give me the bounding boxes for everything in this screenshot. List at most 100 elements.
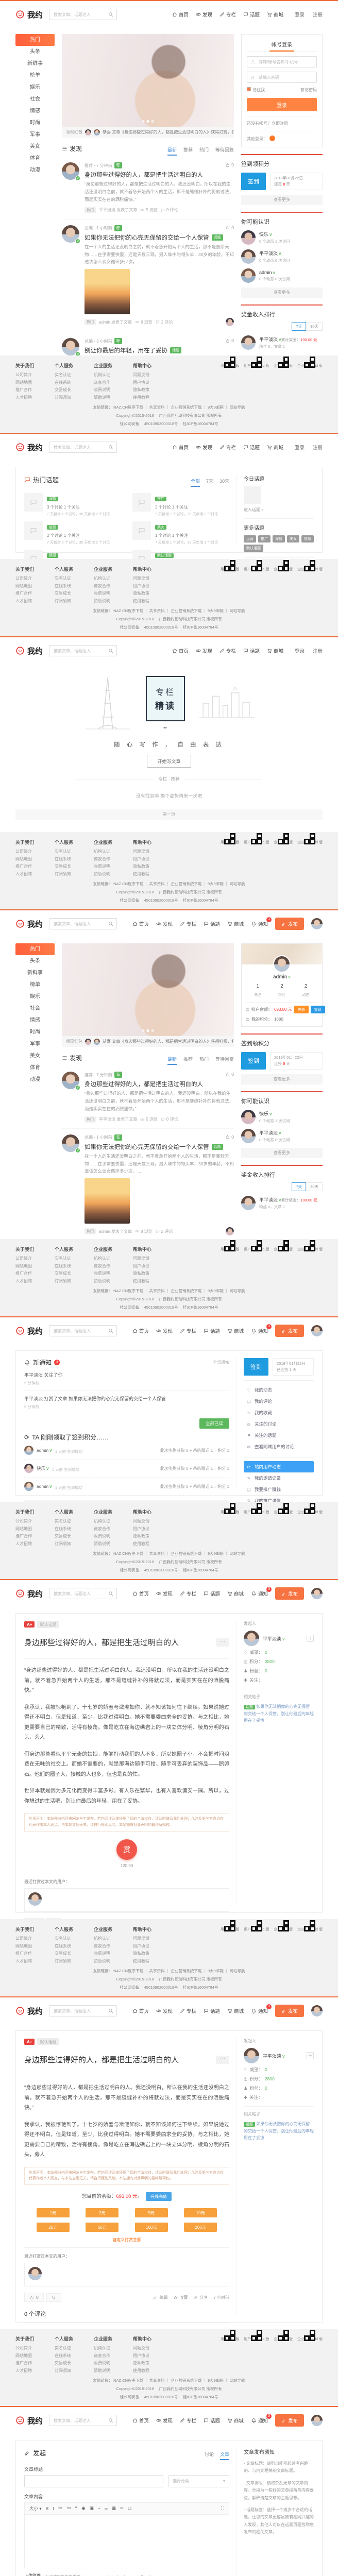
toolbar-button-2[interactable]: ≔	[58, 2505, 63, 2511]
toolbar-button-10[interactable]: ✂	[120, 2505, 124, 2511]
nav-item-商城[interactable]: 商城	[227, 1327, 244, 1334]
footer-link[interactable]: 交易成长	[55, 863, 94, 869]
brand-logo[interactable]: 我约	[15, 1588, 43, 1599]
register-link[interactable]: 注册	[313, 444, 323, 451]
topics-tab-全部[interactable]: 全部	[191, 478, 200, 487]
footer-link[interactable]: 公司简介	[15, 1936, 55, 1941]
search-input[interactable]	[53, 2418, 104, 2424]
footer-link[interactable]: 交易成长	[55, 1270, 94, 1276]
footer-link[interactable]: 推广合作	[15, 590, 55, 596]
footer-link[interactable]: 订阅须知	[55, 1541, 94, 1547]
footer-link[interactable]: 订阅须知	[55, 1958, 94, 1964]
recharge-button[interactable]: 充值	[294, 1006, 309, 1013]
search-input[interactable]	[53, 921, 104, 927]
nav-item-发现[interactable]: 发现	[156, 1327, 173, 1334]
footer-link[interactable]: 用户协议	[133, 2353, 172, 2359]
footer-link[interactable]: 使用教程	[133, 395, 172, 400]
nav-item-话题[interactable]: 话题	[204, 2007, 220, 2014]
sidebar-item-军事[interactable]: 军事	[15, 1038, 55, 1050]
footer-link[interactable]: 机构认证	[94, 2345, 133, 2351]
nav-item-商城[interactable]: 商城	[267, 647, 283, 654]
publish-button[interactable]: 发布	[275, 2414, 304, 2427]
footer-link[interactable]: 问题反馈	[133, 372, 172, 378]
nav-item-话题[interactable]: 话题	[204, 920, 220, 927]
topic-chip-深情[interactable]: 深情	[273, 535, 285, 543]
sidebar-item-新鲜事[interactable]: 新鲜事	[15, 58, 55, 70]
sidebar-item-时尚[interactable]: 时尚	[15, 1026, 55, 1038]
read-all-button[interactable]: 全部已读	[199, 1418, 229, 1429]
sidebar-item-头条[interactable]: 头条	[15, 955, 55, 967]
footer-link[interactable]: 问题反馈	[133, 1518, 172, 1524]
sidebar-item-热门[interactable]: 热门	[15, 34, 55, 46]
footer-link[interactable]: 在线系统	[55, 2353, 94, 2359]
footer-link[interactable]: 交易成长	[55, 1533, 94, 1539]
stat-动态[interactable]: 2动态	[294, 984, 318, 998]
footer-link[interactable]: 隐私政策	[133, 1533, 172, 1539]
publish-tab-讨论[interactable]: 讨论	[205, 2451, 214, 2460]
sidebar-item-热门[interactable]: 热门	[15, 943, 55, 955]
nav-item-notice[interactable]: 通知3	[251, 920, 268, 927]
may-know-user[interactable]: 平平淡淡V0 个动态 0 次访问	[241, 249, 323, 264]
footer-link[interactable]: 推广合作	[15, 2360, 55, 2366]
carousel-image[interactable]	[62, 943, 234, 1036]
publish-button[interactable]: 发布	[275, 1587, 304, 1600]
search-input[interactable]	[53, 2008, 104, 2014]
sidebar-item-动漫[interactable]: 动漫	[15, 1074, 55, 1086]
article-title-input[interactable]	[24, 2475, 163, 2487]
brand-logo[interactable]: 我约	[15, 646, 43, 656]
rank-tab-7天[interactable]: 7天	[292, 322, 306, 331]
carousel-image[interactable]	[62, 34, 234, 127]
post-title[interactable]: 如果你无法把你的心完无保留的交给一个人保管话题	[84, 233, 234, 242]
footer-link[interactable]: 在线系统	[55, 583, 94, 589]
menu-item-我的动态[interactable]: ♡我的动态	[244, 1384, 314, 1396]
menu-item-我的评论[interactable]: ❏我的评论	[244, 1396, 314, 1407]
footer-link[interactable]: 用户协议	[133, 1943, 172, 1949]
nav-item-发现[interactable]: 发现	[196, 444, 212, 451]
feed-tab-等待回复[interactable]: 等待回复	[215, 1056, 234, 1065]
brand-logo[interactable]: 我约	[15, 9, 43, 20]
nav-item-商城[interactable]: 商城	[227, 920, 244, 927]
footer-link[interactable]: 使用教程	[133, 598, 172, 604]
footer-link[interactable]: 问题反馈	[133, 2345, 172, 2351]
menu-item-我要推广赚钱[interactable]: ❏我要推广赚钱	[244, 1484, 314, 1495]
signin-button[interactable]: 签到	[241, 173, 266, 190]
footer-link[interactable]: 用户协议	[133, 1526, 172, 1532]
sidebar-item-社会[interactable]: 社会	[15, 93, 55, 105]
footer-link[interactable]: 商家合作	[94, 2353, 133, 2359]
nav-item-话题[interactable]: 话题	[204, 2417, 220, 2424]
sidebar-item-情感[interactable]: 情感	[15, 105, 55, 117]
sidebar-item-美女[interactable]: 美女	[15, 141, 55, 152]
footer-link[interactable]: 收费说明	[94, 863, 133, 869]
nav-item-话题[interactable]: 话题	[243, 11, 260, 18]
nav-item-发现[interactable]: 发现	[156, 920, 173, 927]
footer-link[interactable]: 使用教程	[133, 871, 172, 877]
toolbar-button-0[interactable]: B	[46, 2506, 49, 2511]
custom-amount-link[interactable]: 自定义打赏金额	[24, 2237, 229, 2243]
amount-button-50元[interactable]: 50元	[86, 2223, 119, 2232]
footer-link[interactable]: 机构认证	[94, 372, 133, 378]
login-link[interactable]: 登录	[295, 647, 305, 654]
topic-item[interactable]: 美女1 个讨论 1 个关注7 天新增 1 个讨论，30 天新增 1 个讨论	[132, 521, 229, 545]
footer-link[interactable]: 用户协议	[133, 583, 172, 589]
may-know-user[interactable]: adminV0 个动态 0 次访问	[241, 268, 323, 283]
footer-link[interactable]: 隐私政策	[133, 1270, 172, 1276]
menu-item-active[interactable]: ⟳站内用户动态	[244, 1461, 314, 1472]
amount-button-1元[interactable]: 1元	[37, 2208, 70, 2217]
footer-link[interactable]: 使用教程	[133, 2368, 172, 2374]
footer-link[interactable]: 在线系统	[55, 856, 94, 862]
sidebar-item-情感[interactable]: 情感	[15, 1014, 55, 1026]
nav-item-首页[interactable]: 首页	[132, 1327, 149, 1334]
footer-link[interactable]: 隐私政策	[133, 863, 172, 869]
more-button[interactable]: ···	[216, 1638, 229, 1647]
nav-item-专栏[interactable]: 专栏	[180, 1590, 196, 1597]
post-like-button[interactable]: 0	[225, 225, 234, 230]
footer-link[interactable]: 用户协议	[133, 856, 172, 862]
nav-item-发现[interactable]: 发现	[156, 2417, 173, 2424]
nav-item-首页[interactable]: 首页	[172, 647, 189, 654]
nav-item-话题[interactable]: 话题	[243, 444, 260, 451]
rank-tab-30天[interactable]: 30天	[306, 1182, 323, 1191]
topic-item[interactable]: 情感1 个讨论 1 个关注7 天新增 1 个讨论，30 天新增 1 个讨论	[24, 550, 121, 560]
footer-link[interactable]: 网站地图	[15, 583, 55, 589]
search-input[interactable]	[53, 445, 104, 450]
account-field[interactable]	[258, 59, 313, 65]
